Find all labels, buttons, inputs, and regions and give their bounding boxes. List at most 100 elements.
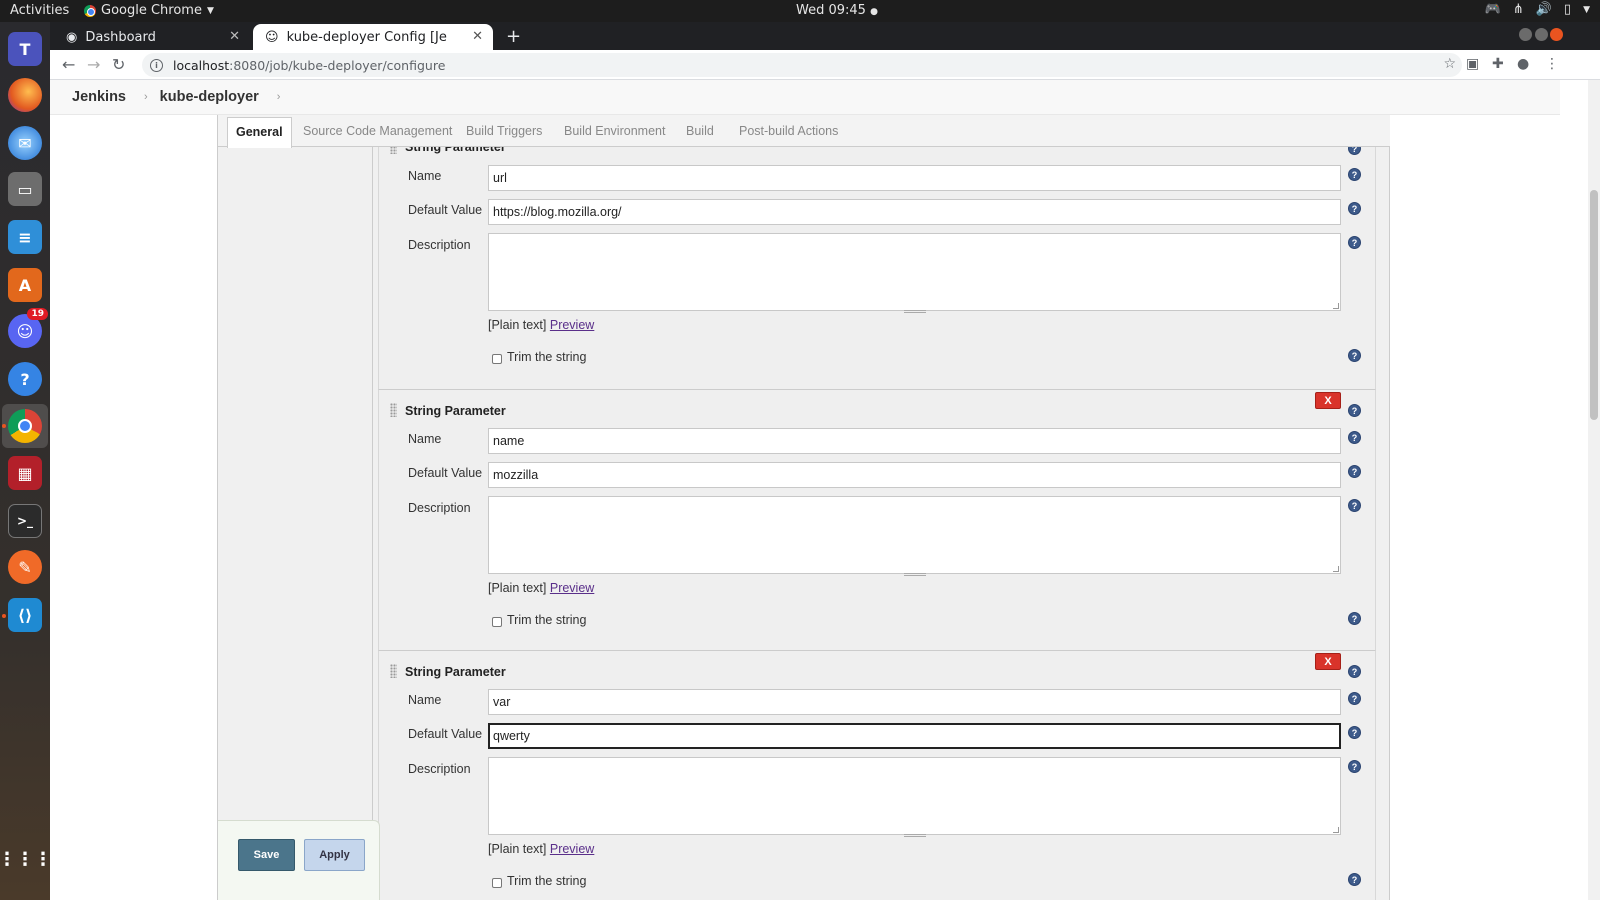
description-label: Description — [408, 762, 471, 776]
apply-button[interactable]: Apply — [304, 839, 365, 871]
description-textarea[interactable] — [488, 757, 1341, 837]
tab-build-triggers[interactable]: Build Triggers — [466, 124, 542, 138]
preview-link[interactable]: Preview — [550, 842, 594, 856]
help-icon[interactable]: ? — [1348, 465, 1361, 478]
tab-dashboard[interactable]: ◉ Dashboard ✕ — [54, 24, 250, 50]
discord-tray-icon[interactable]: 🎮 — [1485, 2, 1501, 17]
jenkins-page: Jenkins › kube-deployer › General Source… — [50, 80, 1600, 900]
help-icon[interactable]: ? — [1348, 665, 1361, 678]
bookmark-star-icon[interactable]: ☆ — [1443, 56, 1456, 72]
maximize-icon[interactable] — [1535, 28, 1548, 41]
address-bar[interactable]: i localhost:8080/job/kube-deployer/confi… — [142, 53, 1462, 77]
name-field[interactable]: name — [488, 428, 1341, 454]
clock-label: Wed 09:45 — [796, 3, 866, 18]
chrome-icon[interactable] — [8, 409, 42, 443]
app-tile-icon[interactable]: ▦ — [8, 456, 42, 490]
help-icon[interactable]: ? — [1348, 236, 1361, 249]
back-icon[interactable]: ← — [62, 55, 75, 74]
files-icon[interactable]: ▭ — [8, 172, 42, 206]
help-icon[interactable]: ? — [1348, 202, 1361, 215]
breadcrumb-job[interactable]: kube-deployer — [160, 89, 259, 105]
help-icon[interactable]: ? — [1348, 692, 1361, 705]
minimize-icon[interactable] — [1519, 28, 1532, 41]
reload-icon[interactable]: ↻ — [112, 55, 125, 74]
delete-parameter-button[interactable]: X — [1315, 392, 1341, 409]
terminal-icon[interactable]: >_ — [8, 504, 42, 538]
description-textarea[interactable] — [488, 496, 1341, 576]
help-icon[interactable]: ? — [1348, 349, 1361, 362]
default-value-field[interactable]: mozzilla — [488, 462, 1341, 488]
name-field[interactable]: var — [488, 689, 1341, 715]
preview-link[interactable]: Preview — [550, 318, 594, 332]
help-icon[interactable]: ? — [1348, 431, 1361, 444]
vscode-icon[interactable]: ⟨⟩ — [8, 598, 42, 632]
show-apps-icon[interactable]: ⋮⋮⋮ — [0, 842, 52, 876]
extension-icon[interactable]: ▣ — [1466, 56, 1479, 72]
help-icon[interactable]: ? — [1348, 612, 1361, 625]
scrollbar-thumb[interactable] — [1590, 190, 1598, 420]
preview-link[interactable]: Preview — [550, 581, 594, 595]
software-center-icon[interactable]: A — [8, 268, 42, 302]
markup-format-note: [Plain text] Preview — [488, 581, 594, 595]
app-menu[interactable]: Google Chrome ▼ — [84, 3, 214, 18]
delete-parameter-button[interactable]: X — [1315, 653, 1341, 670]
description-textarea[interactable] — [488, 233, 1341, 313]
clock[interactable]: Wed 09:45 ● — [796, 3, 878, 18]
tab-source-code-management[interactable]: Source Code Management — [303, 124, 452, 138]
firefox-icon[interactable] — [8, 78, 42, 112]
textarea-grabber[interactable] — [904, 573, 926, 576]
tab-kube-deployer-config[interactable]: ☺ kube-deployer Config [Je ✕ — [253, 24, 493, 50]
close-icon[interactable]: ✕ — [229, 29, 240, 44]
extensions-puzzle-icon[interactable]: ✚ — [1492, 56, 1504, 72]
jenkins-favicon-icon: ☺ — [265, 29, 279, 45]
discord-icon[interactable]: ☺ 19 — [8, 308, 48, 348]
save-button[interactable]: Save — [238, 839, 295, 871]
tab-general[interactable]: General — [227, 117, 292, 148]
help-icon[interactable]: ? — [1348, 873, 1361, 886]
forward-icon[interactable]: → — [87, 55, 100, 74]
textarea-grabber[interactable] — [904, 834, 926, 837]
breadcrumb-separator-icon[interactable]: › — [277, 91, 281, 103]
profile-avatar-icon[interactable]: ● — [1517, 56, 1529, 72]
info-icon[interactable]: i — [150, 58, 163, 72]
tab-build-environment[interactable]: Build Environment — [564, 124, 665, 138]
tab-build[interactable]: Build — [686, 124, 714, 138]
tab-post-build-actions[interactable]: Post-build Actions — [739, 124, 838, 138]
resize-handle-icon[interactable] — [1333, 827, 1339, 833]
new-tab-button[interactable]: + — [506, 26, 521, 47]
help-icon[interactable]: ? — [8, 362, 42, 396]
breadcrumb-jenkins[interactable]: Jenkins — [72, 89, 126, 105]
close-window-icon[interactable] — [1550, 28, 1563, 41]
drag-handle-icon[interactable] — [390, 147, 397, 154]
drag-handle-icon[interactable] — [390, 664, 397, 678]
activities-button[interactable]: Activities — [10, 3, 69, 18]
system-tray[interactable]: 🎮 ⋔ 🔊 ▯ ▼ — [1485, 2, 1590, 17]
default-value-field[interactable]: qwerty — [488, 723, 1341, 749]
resize-handle-icon[interactable] — [1333, 566, 1339, 572]
thunderbird-icon[interactable]: ✉ — [8, 126, 42, 160]
help-icon[interactable]: ? — [1348, 168, 1361, 181]
close-icon[interactable]: ✕ — [472, 29, 483, 44]
kebab-menu-icon[interactable]: ⋮ — [1545, 56, 1559, 72]
trim-checkbox[interactable] — [492, 617, 502, 627]
teams-icon[interactable]: T — [8, 32, 42, 66]
breadcrumb-separator-icon[interactable]: › — [144, 91, 148, 103]
help-icon[interactable]: ? — [1348, 499, 1361, 512]
page-scrollbar[interactable] — [1588, 80, 1600, 900]
drawing-icon[interactable]: ✎ — [8, 550, 42, 584]
plain-text-label: [Plain text] — [488, 318, 547, 332]
trim-checkbox[interactable] — [492, 354, 502, 364]
default-value-field[interactable]: https://blog.mozilla.org/ — [488, 199, 1341, 225]
writer-icon[interactable]: ≡ — [8, 220, 42, 254]
textarea-grabber[interactable] — [904, 310, 926, 313]
drag-handle-icon[interactable] — [390, 403, 397, 417]
name-field[interactable]: url — [488, 165, 1341, 191]
trim-checkbox[interactable] — [492, 878, 502, 888]
help-icon[interactable]: ? — [1348, 404, 1361, 417]
help-icon[interactable]: ? — [1348, 726, 1361, 739]
resize-handle-icon[interactable] — [1333, 303, 1339, 309]
help-icon[interactable]: ? — [1348, 760, 1361, 773]
bottom-sticky-actions: Save Apply — [218, 820, 380, 900]
help-icon[interactable]: ? — [1348, 147, 1361, 155]
browser-tab-strip: ◉ Dashboard ✕ ☺ kube-deployer Config [Je… — [50, 22, 1600, 50]
